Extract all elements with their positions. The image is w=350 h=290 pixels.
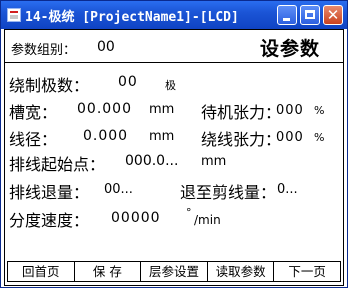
panel-header: 参数组别： 00 设参数 [5, 30, 343, 63]
wire-diameter-unit: mm [149, 129, 175, 144]
slot-width-unit: mm [149, 102, 175, 117]
maximize-button[interactable] [300, 5, 320, 25]
title-bar[interactable]: 14-极统 [ProjectName1]-[LCD] ✕ [1, 1, 347, 29]
winding-poles-value[interactable]: 00 [118, 74, 138, 90]
maximize-icon [305, 10, 315, 19]
wire-start-point-unit: mm [201, 154, 227, 169]
save-button[interactable]: 保 存 [74, 262, 142, 281]
wire-retreat-label: 排线退量： [9, 183, 90, 202]
indexing-speed-label: 分度速度： [9, 211, 90, 230]
indexing-speed-degree: ° [186, 206, 192, 219]
wire-diameter-value[interactable]: 0.000 [83, 128, 128, 144]
winding-tension-value[interactable]: 000 [276, 130, 304, 145]
cut-retreat-value[interactable]: 0... [277, 182, 298, 197]
winding-tension-unit: % [314, 131, 325, 144]
minimize-icon [283, 18, 290, 21]
wire-retreat-value[interactable]: 00... [104, 182, 133, 197]
cut-retreat-label: 退至剪线量： [180, 183, 277, 202]
app-window: 14-极统 [ProjectName1]-[LCD] ✕ 参数组别： 00 设参… [0, 0, 348, 288]
lcd-panel: 参数组别： 00 设参数 绕制极数： 00 极 槽宽： 00.000 mm 待机… [4, 29, 344, 286]
indexing-speed-value[interactable]: 00000 [111, 210, 161, 226]
indexing-speed-unit: /min [194, 213, 221, 227]
next-page-button[interactable]: 下一页 [274, 262, 340, 281]
bottom-nav-bar: 回首页 保 存 层参设置 读取参数 下一页 [7, 261, 341, 282]
slot-width-value[interactable]: 00.000 [77, 101, 132, 117]
window-title: 14-极统 [ProjectName1]-[LCD] [25, 10, 239, 25]
winding-tension-label: 绕线张力： [201, 130, 282, 149]
param-group-value[interactable]: 00 [97, 39, 115, 55]
standby-tension-value[interactable]: 000 [276, 103, 304, 118]
slot-width-label: 槽宽： [9, 103, 58, 122]
close-icon: ✕ [326, 6, 340, 24]
close-button[interactable]: ✕ [323, 5, 343, 25]
winding-poles-unit: 极 [165, 79, 176, 92]
param-group-label: 参数组别： [11, 43, 77, 58]
wire-start-point-label: 排线起始点： [9, 155, 106, 174]
standby-tension-label: 待机张力： [201, 103, 282, 122]
wire-start-point-value[interactable]: 000.0... [125, 153, 178, 169]
home-button[interactable]: 回首页 [8, 262, 75, 281]
layer-settings-button[interactable]: 层参设置 [141, 262, 208, 281]
standby-tension-unit: % [314, 104, 325, 117]
read-params-button[interactable]: 读取参数 [207, 262, 275, 281]
minimize-button[interactable] [277, 5, 297, 25]
wire-diameter-label: 线径： [9, 130, 58, 149]
winding-poles-label: 绕制极数： [9, 76, 90, 95]
page-title: 设参数 [260, 38, 321, 60]
app-icon [7, 8, 21, 22]
